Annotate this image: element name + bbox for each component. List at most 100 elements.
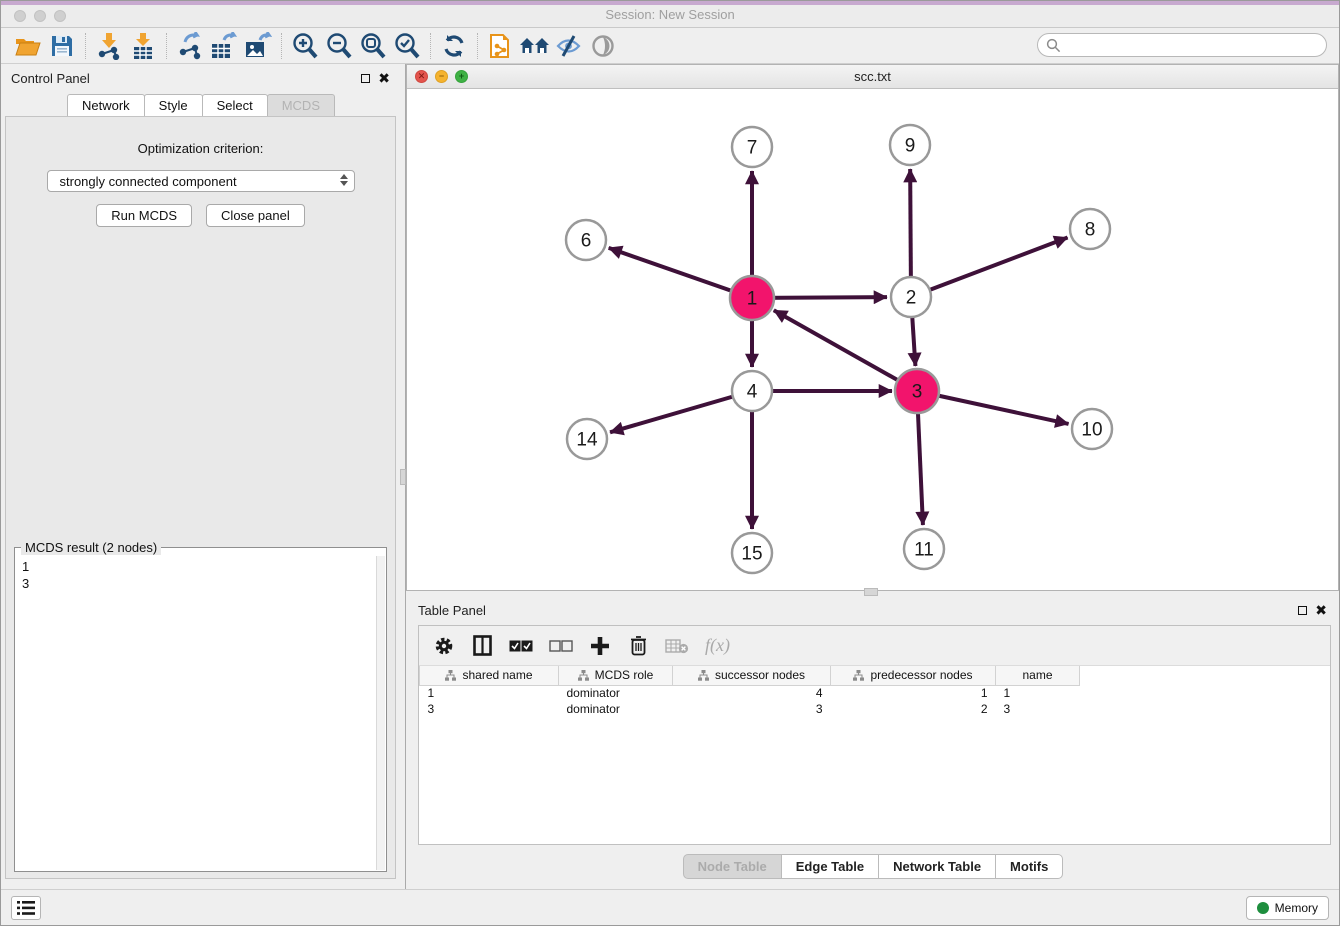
- cell-name[interactable]: 1: [996, 685, 1080, 701]
- apply-function-button[interactable]: f(x): [705, 633, 730, 659]
- zoom-fit-button[interactable]: [356, 31, 390, 61]
- column-selector-button[interactable]: [471, 633, 493, 659]
- show-details-button[interactable]: [586, 31, 620, 61]
- cell-shared-name[interactable]: 1: [420, 685, 559, 701]
- column-header-mcds-role[interactable]: MCDS role: [559, 666, 673, 685]
- control-panel-float-icon[interactable]: [361, 74, 370, 83]
- column-header-successor-nodes[interactable]: successor nodes: [673, 666, 831, 685]
- node-table-container: f(x) shared name MCDS role successor nod…: [418, 625, 1331, 845]
- export-network-button[interactable]: [173, 31, 207, 61]
- import-network-button[interactable]: [92, 31, 126, 61]
- table-row[interactable]: 1 dominator 4 1 1: [420, 685, 1080, 701]
- status-bar: Memory: [1, 889, 1339, 925]
- graph-node-label-2: 2: [906, 288, 917, 309]
- tab-edge-table[interactable]: Edge Table: [781, 854, 879, 879]
- table-row[interactable]: 3 dominator 3 2 3: [420, 701, 1080, 717]
- window-titlebar: Session: New Session: [1, 1, 1339, 28]
- graph-node-label-8: 8: [1085, 220, 1096, 241]
- control-panel-close-icon[interactable]: ✖: [378, 71, 390, 85]
- zoom-out-button[interactable]: [322, 31, 356, 61]
- criterion-select[interactable]: strongly connected component: [47, 170, 355, 192]
- select-all-button[interactable]: [509, 633, 533, 659]
- zoom-selected-button[interactable]: [390, 31, 424, 61]
- run-mcds-button[interactable]: Run MCDS: [96, 204, 192, 227]
- network-minimize-button[interactable]: −: [435, 70, 448, 83]
- zoom-selected-icon: [393, 32, 421, 60]
- column-header-name[interactable]: name: [996, 666, 1080, 685]
- cell-successor-nodes[interactable]: 3: [673, 701, 831, 717]
- list-icon: [17, 901, 35, 915]
- horizontal-splitter-grip[interactable]: [864, 588, 878, 596]
- delete-table-button[interactable]: [665, 633, 689, 659]
- import-table-button[interactable]: [126, 31, 160, 61]
- graph-node-label-6: 6: [581, 231, 592, 252]
- network-maximize-button[interactable]: +: [455, 70, 468, 83]
- tab-motifs[interactable]: Motifs: [995, 854, 1063, 879]
- hierarchy-icon: [578, 670, 589, 681]
- mcds-panel-body: Optimization criterion: strongly connect…: [5, 116, 396, 879]
- tab-mcds[interactable]: MCDS: [267, 94, 335, 116]
- refresh-icon: [441, 33, 467, 59]
- gear-icon: [434, 636, 454, 656]
- cell-predecessor-nodes[interactable]: 1: [831, 685, 996, 701]
- close-panel-button[interactable]: Close panel: [206, 204, 305, 227]
- cell-mcds-role[interactable]: dominator: [559, 685, 673, 701]
- import-network-icon: [96, 32, 122, 60]
- control-panel-title: Control Panel: [11, 71, 90, 86]
- main-toolbar: [1, 28, 1339, 64]
- hierarchy-icon: [445, 670, 456, 681]
- network-from-file-button[interactable]: [484, 31, 518, 61]
- add-column-button[interactable]: [589, 633, 611, 659]
- graph-edge-3-1[interactable]: [774, 310, 917, 391]
- tab-network[interactable]: Network: [67, 94, 145, 116]
- export-image-button[interactable]: [241, 31, 275, 61]
- graph-edge-4-14[interactable]: [610, 391, 752, 432]
- search-icon: [1046, 38, 1061, 53]
- network-canvas[interactable]: 7968124314101511: [407, 89, 1338, 590]
- network-window-titlebar[interactable]: ✕ − + scc.txt: [407, 65, 1338, 89]
- toolbar-separator: [281, 33, 282, 59]
- graph-node-label-3: 3: [912, 382, 923, 403]
- cell-mcds-role[interactable]: dominator: [559, 701, 673, 717]
- graph-edge-3-10[interactable]: [917, 391, 1069, 424]
- graph-node-label-9: 9: [905, 136, 916, 157]
- cell-name[interactable]: 3: [996, 701, 1080, 717]
- graph-edge-2-8[interactable]: [911, 238, 1068, 297]
- task-history-button[interactable]: [11, 896, 41, 920]
- home-layout-button[interactable]: [518, 31, 552, 61]
- toolbar-separator: [166, 33, 167, 59]
- control-panel: Control Panel ✖ Network Style Select MCD…: [1, 64, 400, 889]
- export-table-button[interactable]: [207, 31, 241, 61]
- mcds-result-text[interactable]: 1 3: [16, 556, 376, 870]
- eye-icon: [590, 33, 616, 59]
- zoom-in-button[interactable]: [288, 31, 322, 61]
- homes-icon: [519, 34, 551, 58]
- open-folder-icon: [15, 35, 41, 57]
- cell-successor-nodes[interactable]: 4: [673, 685, 831, 701]
- save-session-button[interactable]: [45, 31, 79, 61]
- hide-details-button[interactable]: [552, 31, 586, 61]
- cell-shared-name[interactable]: 3: [420, 701, 559, 717]
- memory-label: Memory: [1275, 901, 1318, 915]
- tab-node-table[interactable]: Node Table: [683, 854, 782, 879]
- result-scrollbar[interactable]: [376, 556, 385, 870]
- memory-button[interactable]: Memory: [1246, 896, 1329, 920]
- table-panel-float-icon[interactable]: [1298, 606, 1307, 615]
- tab-select[interactable]: Select: [202, 94, 268, 116]
- column-header-shared-name[interactable]: shared name: [420, 666, 559, 685]
- table-panel-title: Table Panel: [418, 603, 486, 618]
- delete-column-button[interactable]: [627, 633, 649, 659]
- deselect-all-button[interactable]: [549, 633, 573, 659]
- network-close-button[interactable]: ✕: [415, 70, 428, 83]
- open-session-button[interactable]: [11, 31, 45, 61]
- export-table-icon: [210, 32, 238, 60]
- search-input[interactable]: [1061, 38, 1326, 52]
- global-search-field[interactable]: [1037, 33, 1327, 57]
- refresh-button[interactable]: [437, 31, 471, 61]
- tab-network-table[interactable]: Network Table: [878, 854, 996, 879]
- column-header-predecessor-nodes[interactable]: predecessor nodes: [831, 666, 996, 685]
- table-panel-close-icon[interactable]: ✖: [1315, 603, 1327, 617]
- cell-predecessor-nodes[interactable]: 2: [831, 701, 996, 717]
- table-settings-button[interactable]: [433, 633, 455, 659]
- tab-style[interactable]: Style: [144, 94, 203, 116]
